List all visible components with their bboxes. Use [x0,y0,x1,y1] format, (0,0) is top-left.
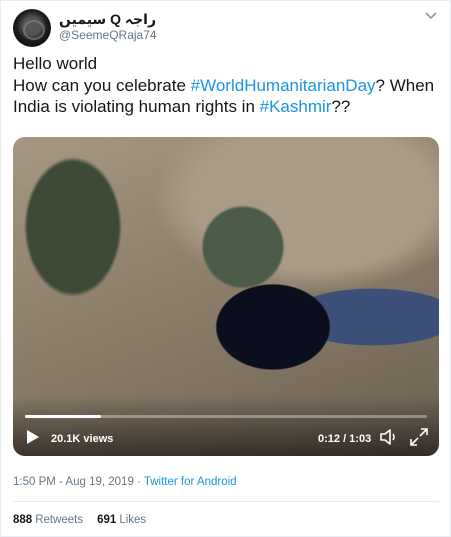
tweet-line-2: How can you celebrate #WorldHumanitarian… [13,75,443,97]
likes-stat[interactable]: 691 Likes [97,514,146,526]
tweet-text-segment: How can you celebrate [13,75,191,95]
likes-label: Likes [119,514,147,526]
tweet-text-segment: ? When [375,75,435,95]
likes-count: 691 [97,514,117,526]
expand-icon[interactable] [409,427,429,447]
tweet-stats: 888 Retweets 691 Likes [13,514,146,526]
display-name[interactable]: راجہ Q سیمیں [59,11,156,28]
retweets-label: Retweets [35,514,84,526]
user-handle[interactable]: @SeemeQRaja74 [59,28,157,42]
tweet-text-segment: ?? [331,97,351,116]
video-controls-overlay [13,396,439,456]
video-progress-fill [25,415,102,418]
retweets-stat[interactable]: 888 Retweets [13,514,83,526]
meta-separator: · [133,476,144,488]
chevron-down-icon[interactable] [424,11,438,21]
hashtag-link[interactable]: #WorldHumanitarianDay [191,76,376,95]
divider [13,501,439,502]
tweet-meta: 1:50 PM - Aug 19, 2019 · Twitter for And… [13,476,237,488]
tweet-line-1: Hello world [13,54,98,73]
tweet-line-3: India is violating human rights in #Kash… [13,96,443,118]
video-progress-bar[interactable] [25,415,427,418]
avatar[interactable] [13,9,51,47]
client-link[interactable]: Twitter for Android [144,476,237,488]
play-icon[interactable] [25,429,41,445]
video-player[interactable]: 20.1K views 0:12 / 1:03 [13,137,439,456]
hashtag-link[interactable]: #Kashmir [260,97,332,116]
video-time: 0:12 / 1:03 [318,433,372,445]
timestamp[interactable]: 1:50 PM - Aug 19, 2019 [13,476,134,488]
view-count: 20.1K views [51,433,114,445]
tweet-card: راجہ Q سیمیں @SeemeQRaja74 Hello world H… [0,0,451,537]
retweets-count: 888 [13,514,33,526]
volume-icon[interactable] [379,427,399,447]
tweet-text-segment: India is violating human rights in [13,97,260,116]
tweet-text: Hello world How can you celebrate #World… [13,53,443,118]
